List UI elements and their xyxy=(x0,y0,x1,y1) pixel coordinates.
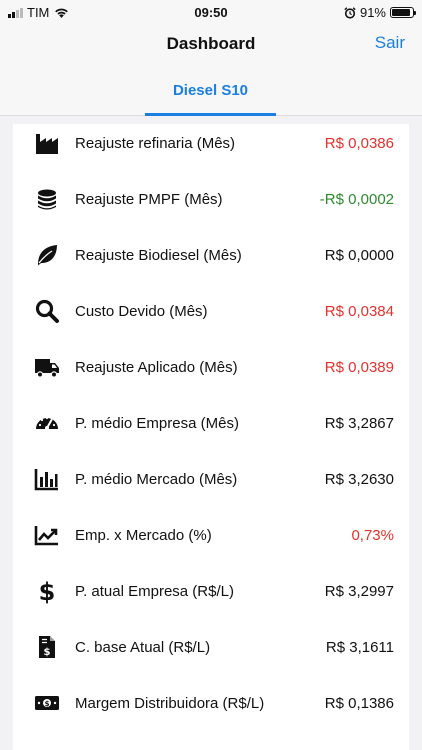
row-label: Emp. x Mercado (%) xyxy=(75,526,212,544)
tab-diesel-s10[interactable]: Diesel S10 xyxy=(145,64,276,116)
battery-icon xyxy=(390,7,416,18)
row-value: R$ 0,0000 xyxy=(324,246,394,264)
row-label: P. médio Mercado (Mês) xyxy=(75,470,238,488)
truck-icon xyxy=(34,354,60,380)
row-value: R$ 0,0386 xyxy=(324,134,394,152)
row-label: P. atual Empresa (R$/L) xyxy=(75,582,234,600)
trend-chart-icon xyxy=(34,522,60,548)
bar-chart-icon xyxy=(34,466,60,492)
list-item[interactable]: $ C. base Atual (R$/L) R$ 3,1611 xyxy=(13,619,409,675)
search-icon xyxy=(34,298,60,324)
row-label: Reajuste Biodiesel (Mês) xyxy=(75,246,242,264)
list-item[interactable]: $ Margem Distribuidora (R$/L) R$ 0,1386 xyxy=(13,675,409,731)
factory-icon xyxy=(34,130,60,156)
row-value: -R$ 0,0002 xyxy=(319,190,394,208)
battery-percent: 91% xyxy=(359,5,386,20)
row-label: P. médio Empresa (Mês) xyxy=(75,414,239,432)
tab-label: Diesel S10 xyxy=(172,82,249,99)
row-label: Margem Distribuidora (R$/L) xyxy=(75,694,265,712)
status-right: 91% xyxy=(344,5,416,20)
alarm-icon xyxy=(344,6,356,19)
navigation-bar: Dashboard Sair xyxy=(0,24,422,64)
list-item[interactable]: Emp. x Mercado (%) 0,73% xyxy=(13,507,409,563)
status-bar: TIM 09:50 91% xyxy=(0,0,422,24)
row-label: Reajuste refinaria (Mês) xyxy=(75,134,236,152)
list-item[interactable]: Reajuste Aplicado (Mês) R$ 0,0389 xyxy=(13,339,409,395)
list-item[interactable]: Custo Devido (Mês) R$ 0,0384 xyxy=(13,283,409,339)
dollar-icon: $ xyxy=(34,578,60,604)
row-value: R$ 3,2997 xyxy=(324,582,394,600)
leaf-icon xyxy=(34,242,60,268)
row-label: Reajuste PMPF (Mês) xyxy=(75,190,223,208)
tab-selected-indicator xyxy=(145,113,276,116)
row-value: 0,73% xyxy=(351,526,394,544)
row-value: R$ 3,2867 xyxy=(324,414,394,432)
svg-text:$: $ xyxy=(39,578,56,604)
svg-text:$: $ xyxy=(45,700,50,708)
coins-icon xyxy=(34,186,60,212)
money-bill-icon: $ xyxy=(34,690,60,716)
battery-level xyxy=(392,9,411,16)
list-item[interactable]: P. médio Mercado (Mês) R$ 3,2630 xyxy=(13,451,409,507)
row-label: Custo Devido (Mês) xyxy=(75,302,208,320)
logout-button[interactable]: Sair xyxy=(375,33,405,53)
row-label: C. base Atual (R$/L) xyxy=(75,638,211,656)
tab-bar: Diesel S10 xyxy=(0,64,422,116)
list-item[interactable]: Reajuste PMPF (Mês) -R$ 0,0002 xyxy=(13,171,409,227)
list-item[interactable]: Reajuste Biodiesel (Mês) R$ 0,0000 xyxy=(13,227,409,283)
page-title: Dashboard xyxy=(166,34,256,53)
list-item[interactable]: Reajuste refinaria (Mês) R$ 0,0386 xyxy=(13,124,409,171)
row-value: R$ 3,2630 xyxy=(324,470,394,488)
list-item[interactable]: $ P. atual Empresa (R$/L) R$ 3,2997 xyxy=(13,563,409,619)
row-value: R$ 3,1611 xyxy=(325,638,394,656)
row-value: R$ 0,1386 xyxy=(324,694,394,712)
row-value: R$ 0,0389 xyxy=(324,358,394,376)
svg-text:$: $ xyxy=(44,647,51,658)
row-value: R$ 0,0384 xyxy=(324,302,394,320)
speedometer-icon xyxy=(34,410,60,436)
invoice-icon: $ xyxy=(34,634,60,660)
row-label: Reajuste Aplicado (Mês) xyxy=(75,358,238,376)
list-item[interactable]: P. médio Empresa (Mês) R$ 3,2867 xyxy=(13,395,409,451)
indicator-list: Reajuste refinaria (Mês) R$ 0,0386 Reaju… xyxy=(13,124,409,750)
